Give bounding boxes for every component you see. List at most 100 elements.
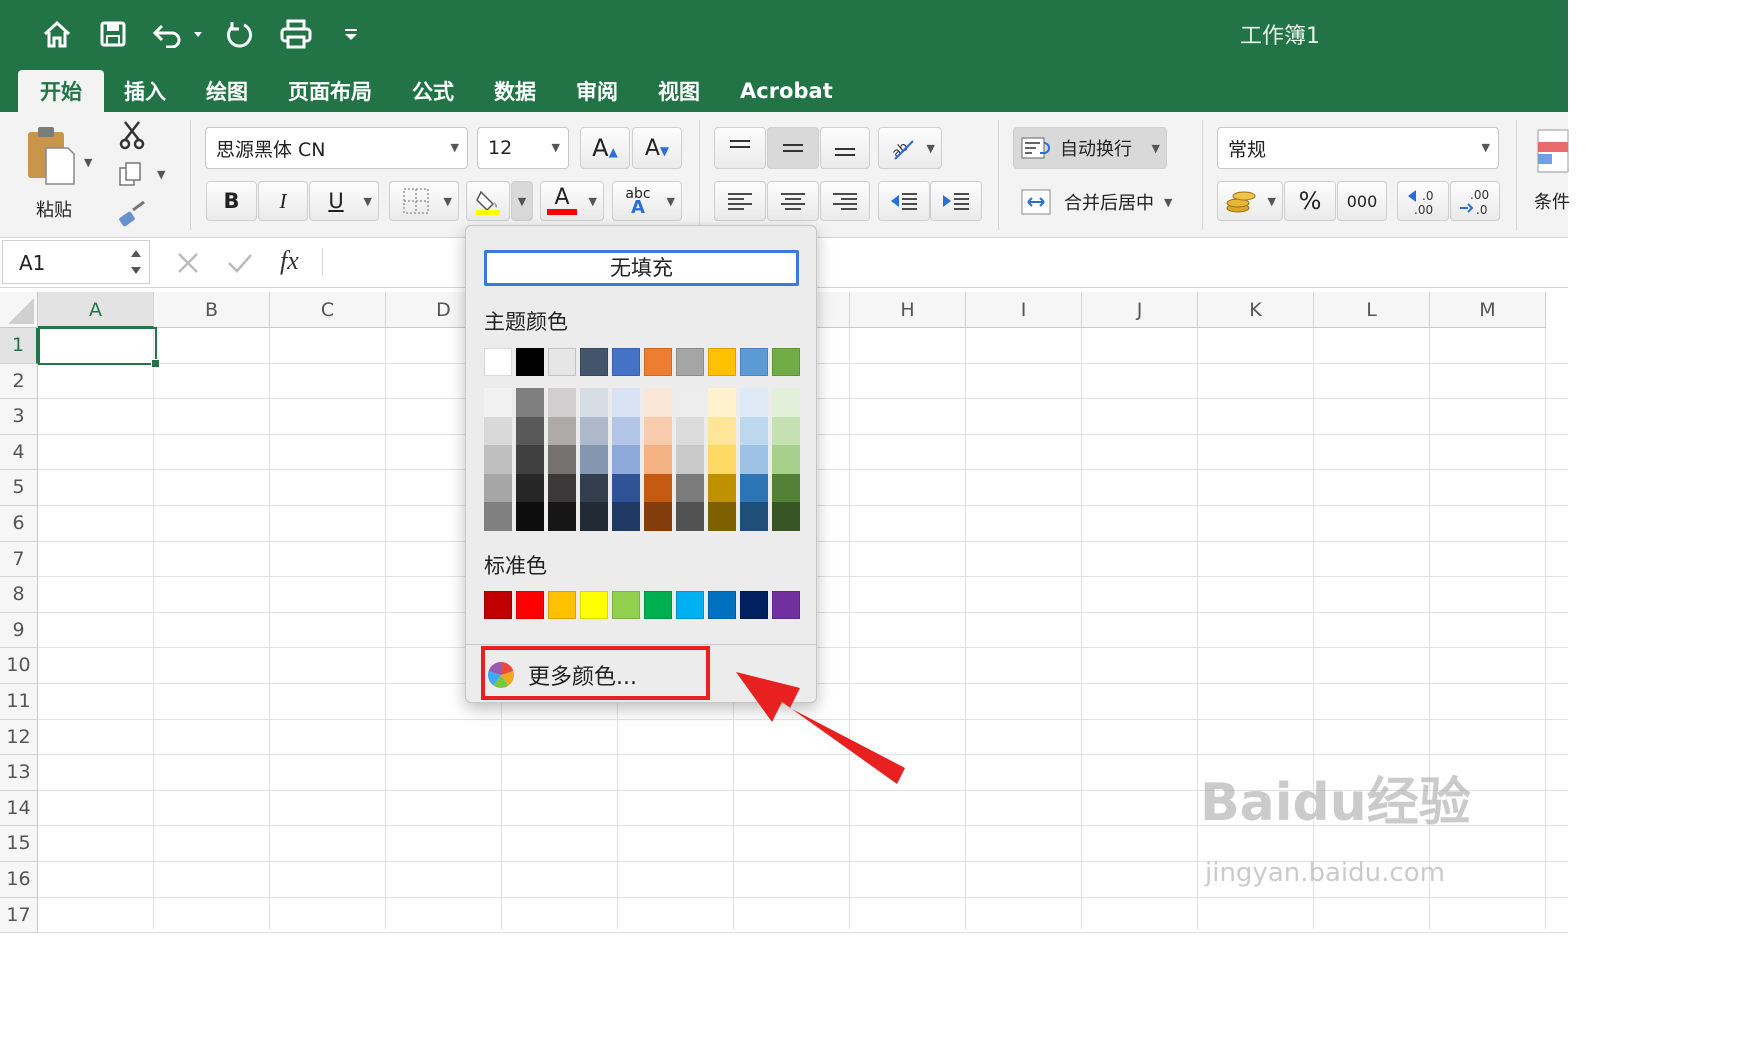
theme-shade-swatch[interactable] [612, 388, 640, 417]
standard-color-swatch[interactable] [708, 591, 736, 619]
align-right-button[interactable] [820, 181, 870, 221]
row-header-2[interactable]: 2 [0, 363, 38, 400]
column-header-c[interactable]: C [270, 292, 386, 328]
column-header-i[interactable]: I [966, 292, 1082, 328]
theme-shade-swatch[interactable] [644, 473, 672, 502]
format-painter-icon[interactable] [117, 200, 147, 228]
tab-acrobat[interactable]: Acrobat [720, 70, 853, 112]
theme-shade-swatch[interactable] [516, 416, 544, 445]
theme-shade-swatch[interactable] [516, 473, 544, 502]
theme-shade-swatch[interactable] [484, 502, 512, 531]
tab-data[interactable]: 数据 [474, 70, 556, 112]
theme-shade-swatch[interactable] [644, 388, 672, 417]
standard-color-swatch[interactable] [644, 591, 672, 619]
standard-color-swatch[interactable] [516, 591, 544, 619]
theme-shade-swatch[interactable] [644, 502, 672, 531]
row-header-11[interactable]: 11 [0, 684, 38, 720]
save-icon[interactable] [94, 14, 132, 54]
theme-shade-swatch[interactable] [484, 416, 512, 445]
home-icon[interactable] [38, 14, 76, 54]
theme-shade-swatch[interactable] [676, 502, 704, 531]
standard-color-swatch[interactable] [740, 591, 768, 619]
theme-shade-swatch[interactable] [580, 416, 608, 445]
theme-shade-swatch[interactable] [580, 502, 608, 531]
redo-icon[interactable] [220, 14, 258, 54]
cut-icon[interactable] [117, 120, 147, 150]
theme-color-swatch[interactable] [548, 348, 576, 376]
confirm-icon[interactable] [226, 251, 254, 275]
theme-shade-swatch[interactable] [484, 388, 512, 417]
decrease-indent-button[interactable] [878, 181, 930, 221]
wrap-text-button[interactable]: 自动换行 ▼ [1013, 127, 1167, 169]
font-size-select[interactable]: 12 ▼ [477, 127, 569, 169]
theme-shade-swatch[interactable] [708, 473, 736, 502]
fill-color-dropdown-button[interactable]: ▼ [511, 181, 533, 221]
conditional-formatting-button[interactable]: 条件 [1530, 128, 1570, 218]
decrease-decimal-button[interactable]: .00.0 [1450, 181, 1500, 221]
customize-toolbar-icon[interactable] [336, 14, 366, 54]
theme-shade-swatch[interactable] [548, 416, 576, 445]
undo-icon[interactable] [150, 14, 206, 54]
number-format-select[interactable]: 常规 ▼ [1217, 127, 1499, 169]
row-header-12[interactable]: 12 [0, 719, 38, 756]
theme-shade-swatch[interactable] [708, 416, 736, 445]
increase-indent-button[interactable] [930, 181, 982, 221]
theme-shade-swatch[interactable] [772, 502, 800, 531]
theme-shade-swatch[interactable] [740, 445, 768, 474]
tab-review[interactable]: 审阅 [556, 70, 638, 112]
theme-shade-swatch[interactable] [516, 445, 544, 474]
bold-button[interactable]: B [206, 181, 257, 221]
theme-shade-swatch[interactable] [644, 416, 672, 445]
theme-shade-swatch[interactable] [676, 445, 704, 474]
italic-button[interactable]: I [258, 181, 308, 221]
theme-color-swatch[interactable] [676, 348, 704, 376]
no-fill-button[interactable]: 无填充 [484, 250, 799, 286]
row-header-3[interactable]: 3 [0, 399, 38, 435]
font-color-button[interactable]: A ▼ [540, 181, 604, 221]
comma-style-button[interactable]: 000 [1337, 181, 1387, 221]
merge-center-button[interactable]: 合并后居中 ▼ [1020, 184, 1188, 220]
accounting-format-button[interactable]: ▼ [1217, 181, 1283, 221]
theme-shade-swatch[interactable] [516, 388, 544, 417]
tab-view[interactable]: 视图 [638, 70, 720, 112]
standard-color-swatch[interactable] [772, 591, 800, 619]
copy-dropdown-icon[interactable]: ▼ [157, 168, 165, 181]
tab-draw[interactable]: 绘图 [186, 70, 268, 112]
column-header-m[interactable]: M [1430, 292, 1546, 328]
theme-color-swatch[interactable] [740, 348, 768, 376]
theme-shade-swatch[interactable] [612, 416, 640, 445]
column-header-k[interactable]: K [1198, 292, 1314, 328]
row-header-15[interactable]: 15 [0, 826, 38, 862]
function-icon[interactable]: fx [280, 246, 299, 276]
select-all-corner[interactable] [0, 292, 38, 328]
theme-shade-swatch[interactable] [740, 473, 768, 502]
standard-color-swatch[interactable] [676, 591, 704, 619]
standard-color-swatch[interactable] [580, 591, 608, 619]
theme-color-swatch[interactable] [612, 348, 640, 376]
theme-shade-swatch[interactable] [612, 502, 640, 531]
theme-shade-swatch[interactable] [740, 502, 768, 531]
orientation-button[interactable]: ab ▼ [878, 127, 942, 169]
theme-shade-swatch[interactable] [644, 445, 672, 474]
theme-shade-swatch[interactable] [708, 388, 736, 417]
column-header-a[interactable]: A [38, 292, 154, 328]
percent-button[interactable]: % [1284, 181, 1336, 221]
cancel-icon[interactable] [176, 251, 200, 275]
theme-shade-swatch[interactable] [548, 445, 576, 474]
paste-dropdown-icon[interactable]: ▼ [84, 156, 92, 169]
align-middle-button[interactable] [767, 127, 819, 169]
print-icon[interactable] [276, 14, 316, 54]
fill-color-button[interactable] [466, 181, 510, 221]
theme-shade-swatch[interactable] [580, 473, 608, 502]
theme-shade-swatch[interactable] [612, 445, 640, 474]
column-header-l[interactable]: L [1314, 292, 1430, 328]
column-header-h[interactable]: H [850, 292, 966, 328]
theme-shade-swatch[interactable] [548, 388, 576, 417]
decrease-font-size-button[interactable]: A▼ [632, 127, 682, 169]
theme-shade-swatch[interactable] [772, 388, 800, 417]
row-header-4[interactable]: 4 [0, 434, 38, 471]
row-header-7[interactable]: 7 [0, 541, 38, 578]
align-left-button[interactable] [714, 181, 766, 221]
theme-color-swatch[interactable] [580, 348, 608, 376]
row-header-14[interactable]: 14 [0, 790, 38, 827]
